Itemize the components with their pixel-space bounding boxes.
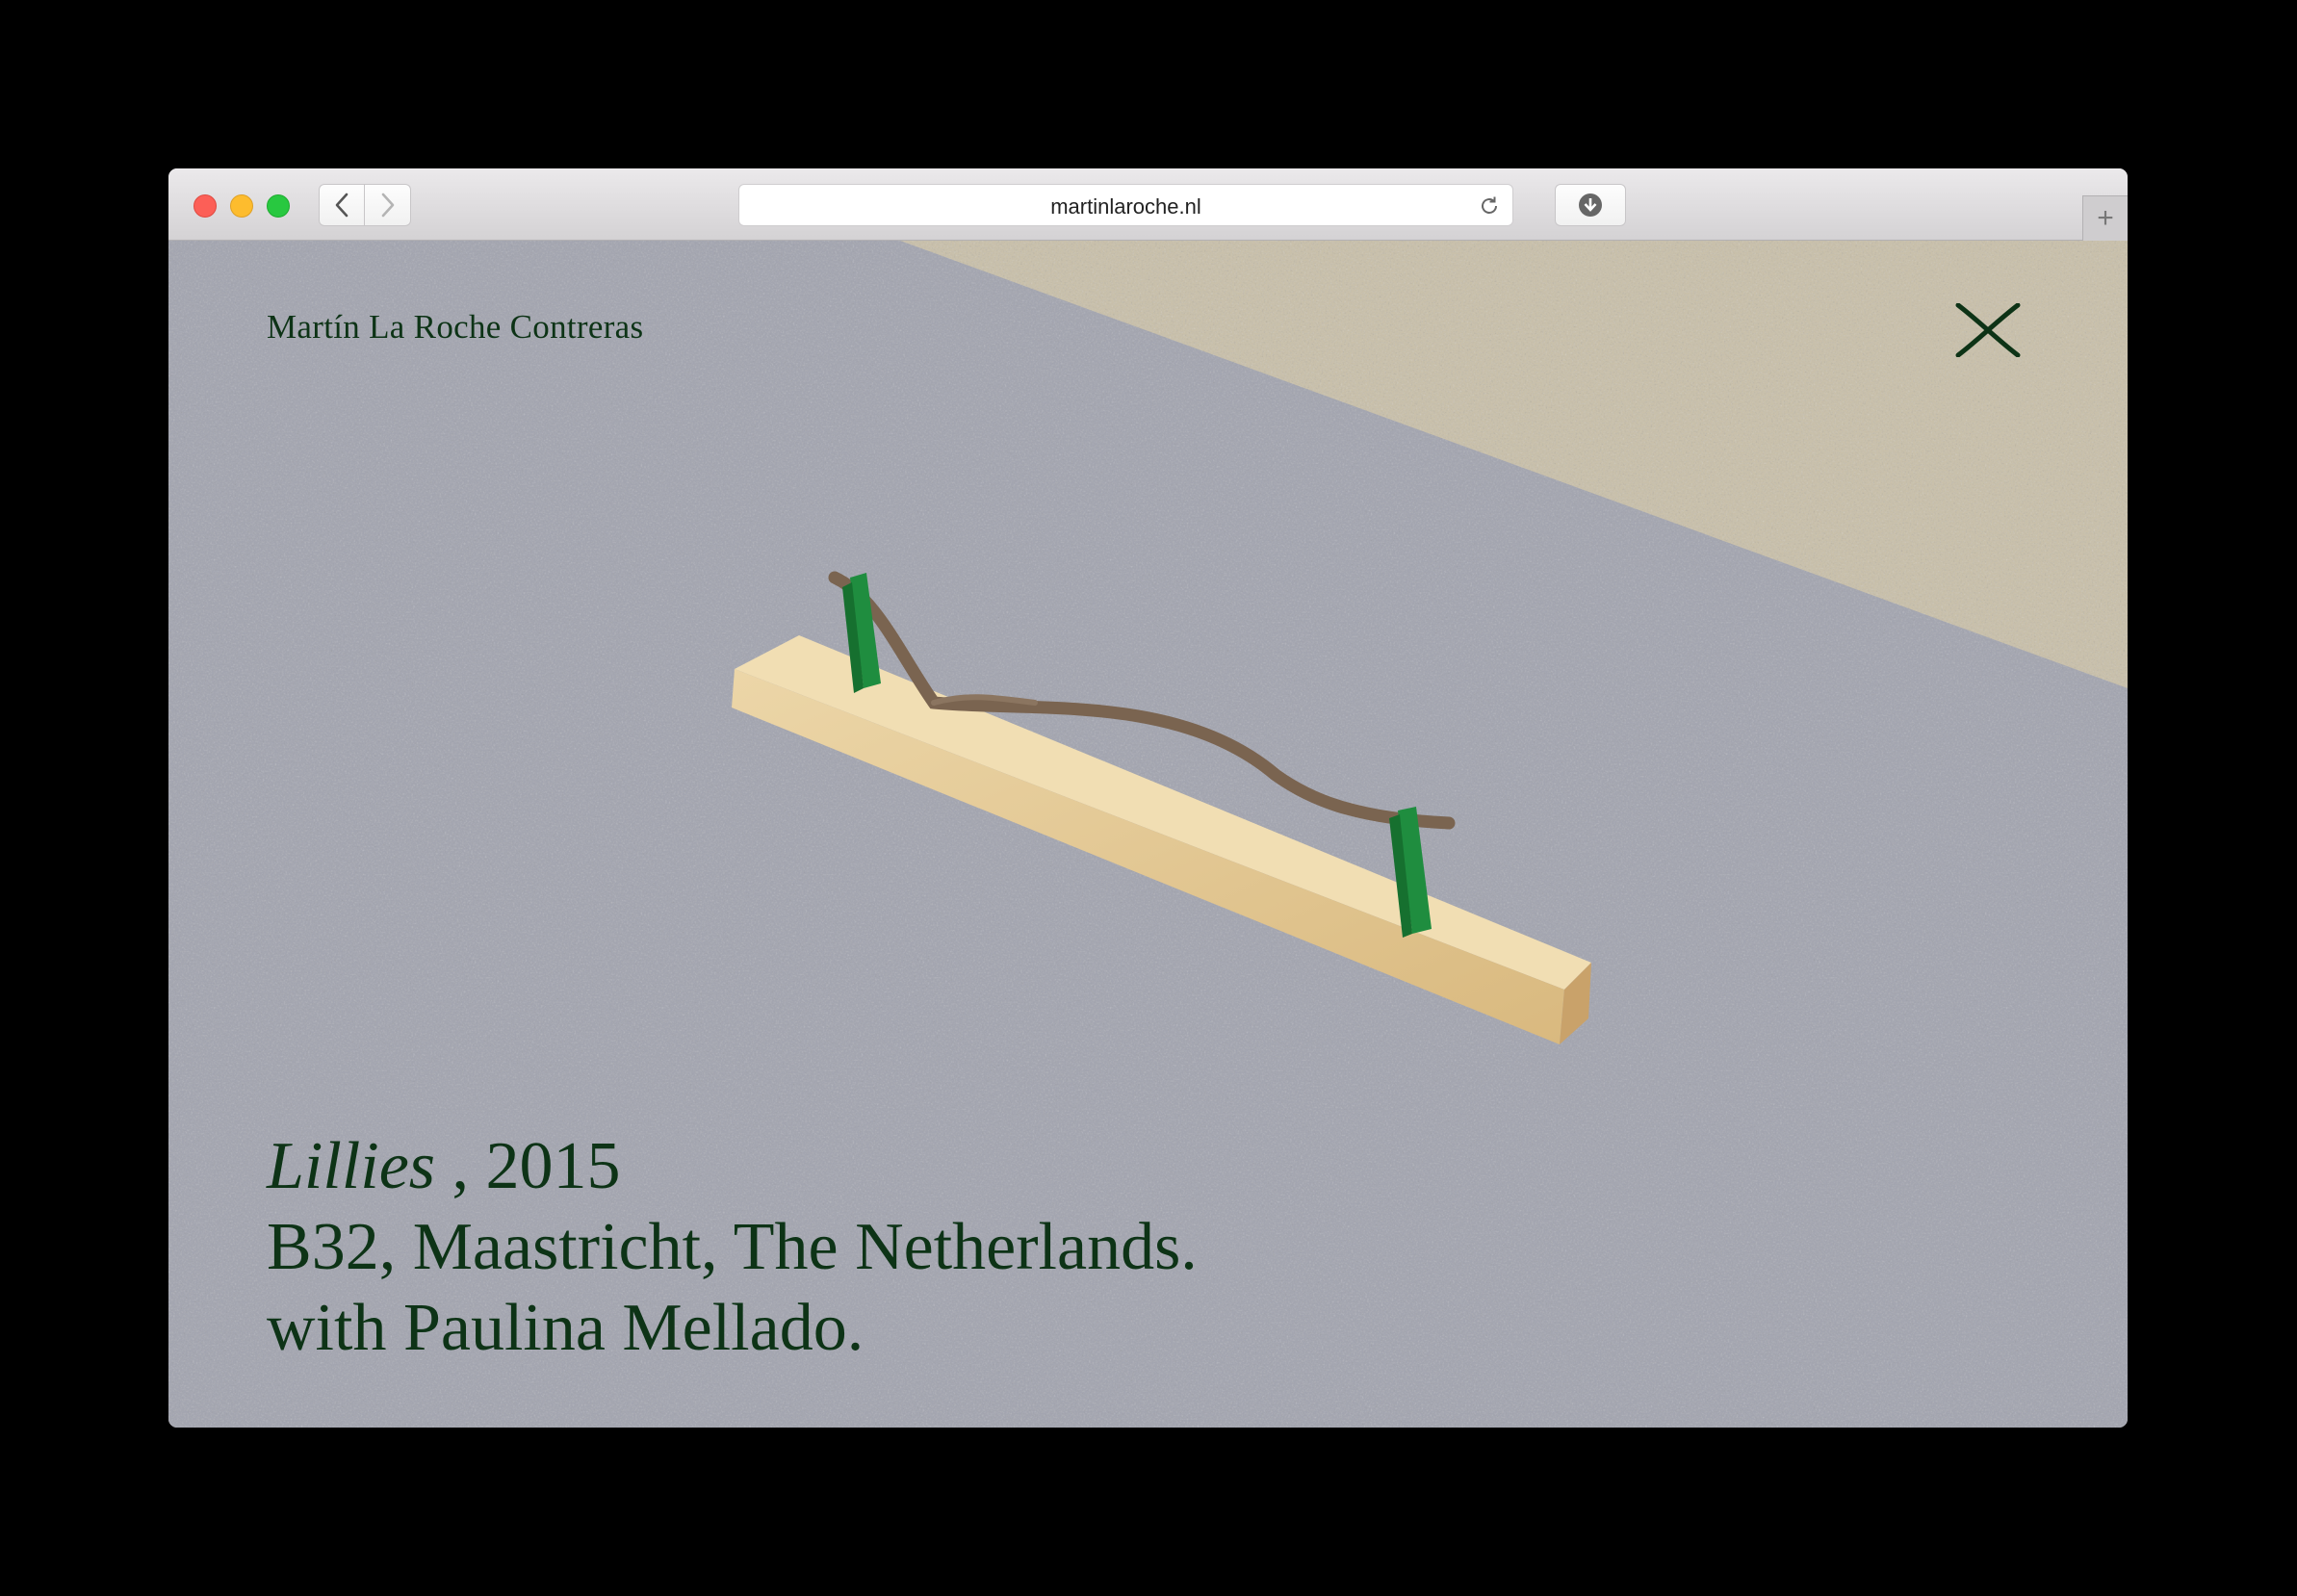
page-content: Martín La Roche Contreras Lillies , 2015…: [168, 241, 2128, 1428]
artwork-title-line: Lillies , 2015: [267, 1126, 1198, 1207]
artwork-caption: Lillies , 2015 B32, Maastricht, The Neth…: [267, 1126, 1198, 1369]
artwork-year: , 2015: [435, 1129, 621, 1203]
forward-button[interactable]: [365, 184, 411, 226]
chevron-right-icon: [381, 193, 394, 218]
artwork-title: Lillies: [267, 1129, 436, 1203]
browser-toolbar: martinlaroche.nl +: [168, 168, 2128, 241]
site-name[interactable]: Martín La Roche Contreras: [267, 308, 643, 347]
back-button[interactable]: [319, 184, 365, 226]
window-zoom-button[interactable]: [267, 194, 290, 218]
url-text: martinlaroche.nl: [1050, 194, 1201, 219]
window-minimize-button[interactable]: [230, 194, 253, 218]
window-close-button[interactable]: [194, 194, 217, 218]
new-tab-button[interactable]: +: [2082, 195, 2128, 241]
address-bar[interactable]: martinlaroche.nl: [738, 184, 1513, 226]
artwork-collaboration: with Paulina Mellado.: [267, 1291, 865, 1365]
chevron-left-icon: [335, 193, 348, 218]
browser-window: martinlaroche.nl + Martín La Roche Contr…: [168, 168, 2128, 1428]
reload-icon[interactable]: [1478, 194, 1501, 218]
download-icon: [1579, 193, 1602, 217]
artwork-location: B32, Maastricht, The Netherlands.: [267, 1210, 1198, 1284]
close-icon[interactable]: [1954, 303, 2022, 357]
downloads-button[interactable]: [1555, 184, 1626, 226]
plus-icon: +: [2097, 202, 2114, 234]
